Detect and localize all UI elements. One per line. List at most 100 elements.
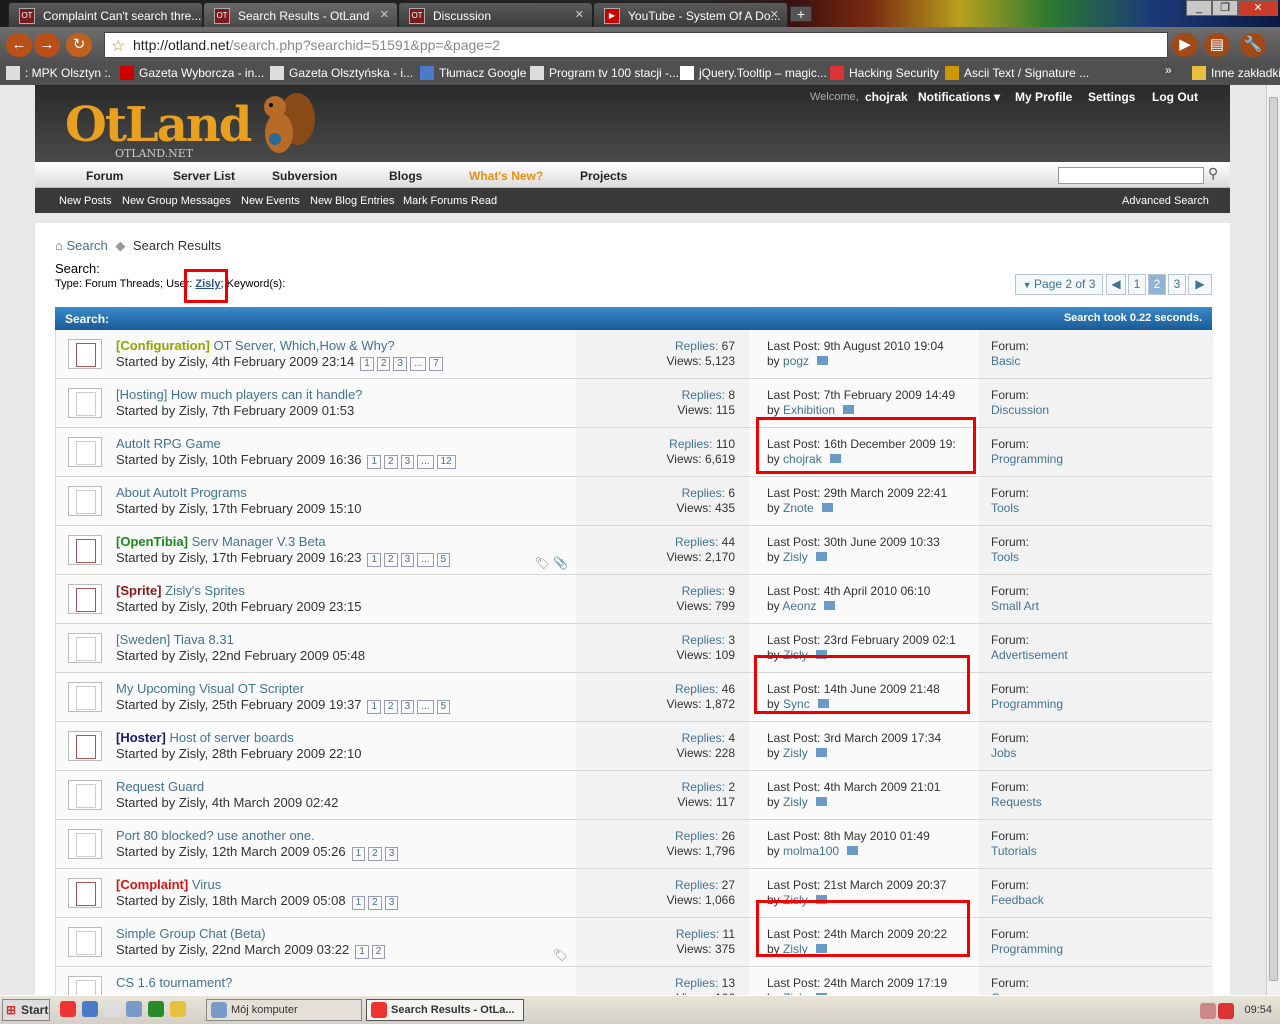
browser-tab[interactable]: ▶ YouTube - System Of A Do... ✕ (593, 2, 788, 27)
otland-logo[interactable]: OtLand (65, 97, 252, 153)
replies-link[interactable]: Replies: (682, 780, 725, 794)
forum-link[interactable]: Basic (991, 354, 1020, 368)
thread-title[interactable]: [Hoster] Host of server boards (116, 730, 294, 745)
thread-prefix[interactable]: [Hoster] (116, 730, 166, 745)
reload-icon[interactable]: ↻ (66, 33, 92, 57)
new-tab-button[interactable]: + (790, 6, 812, 22)
log-out-link[interactable]: Log Out (1152, 90, 1198, 104)
bookmark-item[interactable]: : MPK Olsztyn :. (6, 66, 111, 80)
replies-link[interactable]: Replies: (675, 339, 718, 353)
thread-page-link[interactable]: 3 (384, 847, 399, 861)
thread-title[interactable]: Port 80 blocked? use another one. (116, 828, 315, 843)
browser-tab[interactable]: OT Complaint Can't search thre... (8, 2, 203, 27)
site-search-input[interactable] (1058, 167, 1204, 184)
next-page-button[interactable]: ▶ (1188, 274, 1212, 295)
subnav-mark-forums-read[interactable]: Mark Forums Read (403, 195, 497, 207)
go-to-last-post-icon[interactable] (815, 552, 827, 561)
thread-title[interactable]: Request Guard (116, 779, 204, 794)
thread-title[interactable]: About AutoIt Programs (116, 485, 247, 500)
forum-link[interactable]: Small Art (991, 599, 1039, 613)
forum-link[interactable]: Feedback (991, 893, 1044, 907)
thread-page-link[interactable]: 1 (355, 945, 369, 959)
replies-link[interactable]: Replies: (682, 633, 725, 647)
thread-page-link[interactable]: ... (417, 455, 434, 469)
thread-page-link[interactable]: 3 (400, 553, 415, 567)
quicklaunch-icon[interactable] (148, 1001, 164, 1017)
thread-title[interactable]: [Complaint] Virus (116, 877, 221, 892)
forum-link[interactable]: Discussion (991, 403, 1049, 417)
replies-link[interactable]: Replies: (676, 927, 719, 941)
page-menu-icon[interactable]: ▤ (1204, 33, 1230, 57)
thread-page-link[interactable]: ... (417, 553, 434, 567)
quicklaunch-icon[interactable] (126, 1001, 142, 1017)
replies-link[interactable]: Replies: (675, 682, 718, 696)
thread-page-link[interactable]: 12 (436, 455, 456, 469)
bookmark-item[interactable]: Ascii Text / Signature ... (945, 66, 1089, 80)
thread-page-link[interactable]: 2 (368, 896, 382, 910)
thread-page-link[interactable]: 2 (371, 945, 386, 959)
thread-title[interactable]: [Sprite] Zisly's Sprites (116, 583, 245, 598)
thread-page-link[interactable]: 5 (436, 700, 451, 714)
go-arrow-icon[interactable]: ▶ (1172, 33, 1198, 57)
replies-link[interactable]: Replies: (669, 437, 712, 451)
thread-title[interactable]: CS 1.6 tournament? (116, 975, 232, 990)
chrome-icon[interactable] (60, 1001, 76, 1017)
ie-icon[interactable] (82, 1001, 98, 1017)
address-bar[interactable]: ☆ http://otland.net/search.php?searchid=5… (104, 32, 1168, 58)
thread-page-link[interactable]: 7 (429, 357, 443, 371)
bookmark-star-icon[interactable]: ☆ (111, 36, 125, 56)
bookmark-item[interactable]: Program tv 100 stacji -... (530, 66, 679, 80)
replies-link[interactable]: Replies: (682, 584, 725, 598)
last-post-user-link[interactable]: Exhibition (783, 403, 835, 417)
replies-link[interactable]: Replies: (675, 878, 718, 892)
go-to-last-post-icon[interactable] (815, 748, 827, 757)
breadcrumb-search-link[interactable]: Search (66, 238, 107, 253)
thread-page-link[interactable]: 3 (384, 896, 399, 910)
forum-link[interactable]: Programming (991, 697, 1063, 711)
nav-whats-new[interactable]: What's New? (469, 169, 543, 183)
nav-blogs[interactable]: Blogs (389, 169, 422, 183)
thread-page-link[interactable]: 2 (384, 700, 398, 714)
thread-page-link[interactable]: 1 (351, 847, 366, 861)
go-to-last-post-icon[interactable] (824, 601, 836, 610)
subnav-new-posts[interactable]: New Posts (59, 195, 112, 207)
forum-link[interactable]: Tools (991, 550, 1019, 564)
subnav-new-events[interactable]: New Events (241, 195, 300, 207)
thread-title[interactable]: My Upcoming Visual OT Scripter (116, 681, 304, 696)
page-jump-menu[interactable]: ▼ Page 2 of 3 (1015, 274, 1103, 295)
go-to-last-post-icon[interactable] (821, 503, 833, 512)
thread-page-link[interactable]: 3 (400, 700, 415, 714)
forum-link[interactable]: Tutorials (991, 844, 1037, 858)
replies-link[interactable]: Replies: (682, 388, 725, 402)
tray-icon[interactable] (1218, 1003, 1234, 1019)
go-to-last-post-icon[interactable] (817, 356, 829, 365)
forum-link[interactable]: Programming (991, 942, 1063, 956)
forum-link[interactable]: Programming (991, 452, 1063, 466)
nav-forum[interactable]: Forum (86, 169, 123, 183)
thread-page-link[interactable]: 2 (384, 455, 398, 469)
thread-title[interactable]: [Hosting] How much players can it handle… (116, 387, 362, 402)
last-post-user-link[interactable]: pogz (783, 354, 809, 368)
maximize-icon[interactable]: ❐ (1212, 0, 1238, 16)
browser-tab[interactable]: OT Discussion ✕ (398, 2, 593, 27)
close-tab-icon[interactable]: ✕ (380, 8, 389, 21)
wrench-icon[interactable]: 🔧 (1240, 33, 1266, 57)
nav-server-list[interactable]: Server List (173, 169, 235, 183)
prev-page-button[interactable]: ◀ (1106, 274, 1126, 295)
bookmark-item[interactable]: Tłumacz Google (420, 66, 526, 80)
last-post-user-link[interactable]: Zisly (783, 795, 808, 809)
thread-page-link[interactable]: 2 (376, 357, 391, 371)
thread-page-link[interactable]: ... (417, 700, 434, 714)
username-link[interactable]: chojrak (865, 90, 908, 104)
bookmark-item[interactable]: Gazeta Olsztyńska - i... (270, 66, 413, 80)
tray-icon[interactable] (1200, 1003, 1216, 1019)
last-post-user-link[interactable]: Znote (783, 501, 814, 515)
thread-prefix[interactable]: [Sprite] (116, 583, 162, 598)
replies-link[interactable]: Replies: (682, 486, 725, 500)
notepad-icon[interactable] (104, 1001, 120, 1017)
my-profile-link[interactable]: My Profile (1015, 90, 1072, 104)
minimize-icon[interactable]: _ (1186, 0, 1212, 16)
forum-link[interactable]: Advertisement (991, 648, 1068, 662)
replies-link[interactable]: Replies: (675, 829, 718, 843)
replies-link[interactable]: Replies: (682, 731, 725, 745)
